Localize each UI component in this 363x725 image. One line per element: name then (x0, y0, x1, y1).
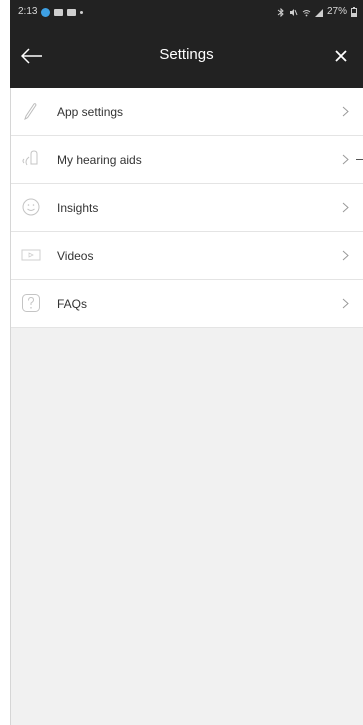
chevron-right-icon (339, 104, 351, 120)
menu-item-my-hearing-aids[interactable]: My hearing aids (11, 136, 363, 184)
status-time: 2:13 (18, 6, 38, 17)
menu-item-label: Insights (57, 200, 99, 215)
chevron-right-icon (339, 200, 351, 216)
status-left: 2:13 (18, 6, 84, 17)
close-button[interactable] (329, 44, 353, 68)
messenger-notification-icon (41, 7, 51, 17)
menu-item-label: App settings (57, 104, 124, 119)
menu-item-label: FAQs (57, 296, 88, 311)
video-icon (20, 244, 42, 266)
status-right: 27% (277, 7, 357, 17)
hearing-aid-icon (20, 148, 42, 170)
settings-list: App settings My hearing aids Insights Vi… (11, 88, 363, 328)
pencil-icon (20, 100, 42, 122)
app-header: Settings (10, 24, 363, 88)
screen: 2:13 27% Settings App settings My hearin… (0, 0, 363, 725)
image-notification-icon (67, 8, 77, 16)
menu-item-label: Videos (57, 248, 94, 263)
chevron-right-icon (339, 296, 351, 312)
more-notifications-icon (80, 10, 84, 14)
menu-item-videos[interactable]: Videos (11, 232, 363, 280)
close-icon (335, 50, 347, 62)
status-bar: 2:13 27% (10, 0, 363, 24)
menu-item-label: My hearing aids (57, 152, 142, 167)
menu-item-insights[interactable]: Insights (11, 184, 363, 232)
battery-percent: 27% (326, 6, 347, 17)
menu-item-faqs[interactable]: FAQs (11, 280, 363, 328)
mute-icon (289, 8, 298, 16)
menu-item-app-settings[interactable]: App settings (11, 88, 363, 136)
page-title: Settings (159, 46, 214, 63)
signal-icon (314, 8, 323, 17)
bluetooth-icon (277, 7, 284, 17)
chevron-right-icon (339, 152, 351, 168)
settings-content: App settings My hearing aids Insights Vi… (10, 88, 363, 725)
question-icon (20, 292, 42, 314)
smiley-icon (20, 196, 42, 218)
wifi-icon (302, 9, 311, 16)
edge-marker (356, 159, 363, 160)
chevron-right-icon (339, 248, 351, 264)
mail-notification-icon (54, 8, 64, 16)
battery-icon (351, 7, 357, 17)
